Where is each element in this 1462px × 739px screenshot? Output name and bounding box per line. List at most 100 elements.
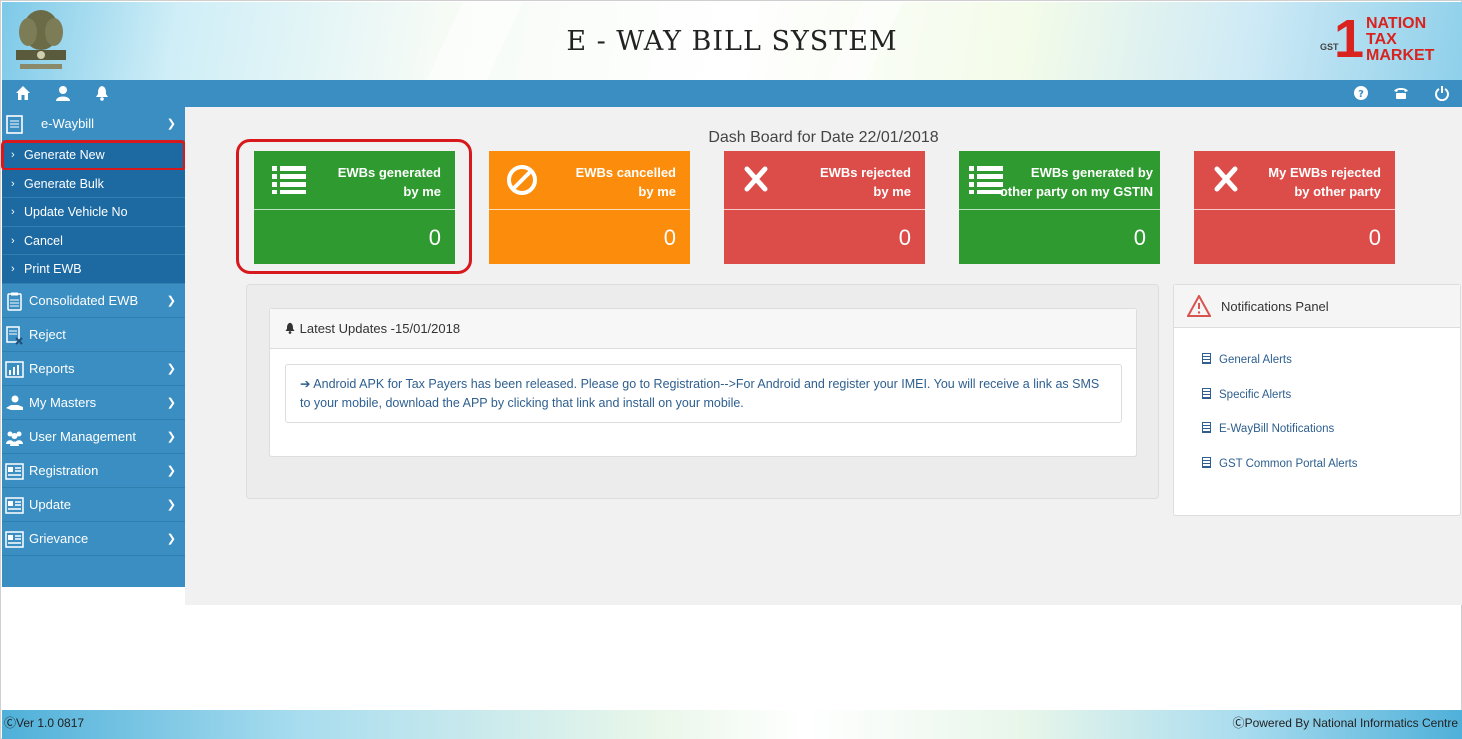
sidebar-item-grievance[interactable]: Grievance ❯ [2, 522, 185, 556]
user-icon[interactable] [54, 85, 72, 103]
footer-bar: ⒸVer 1.0 0817 ⒸPowered By National Infor… [2, 710, 1462, 739]
phone-icon[interactable] [1392, 85, 1410, 103]
chevron-right-icon: › [11, 234, 15, 247]
link-specific-alerts[interactable]: Specific Alerts [1202, 388, 1291, 401]
tile-label: EWBs generated by me [337, 165, 441, 199]
update-message: ➔ Android APK for Tax Payers has been re… [285, 364, 1122, 423]
tile-label: EWBs cancelled by me [575, 165, 676, 199]
sidebar-item-label: My Masters [29, 394, 97, 410]
sidebar-item-user-management[interactable]: User Management ❯ [2, 420, 185, 454]
chevron-right-icon: › [11, 177, 15, 190]
link-e-waybill-notifications[interactable]: E-WayBill Notifications [1202, 422, 1334, 435]
tile-ewbs-generated-by-other-party[interactable]: EWBs generated by other party on my GSTIN… [959, 151, 1160, 264]
app-window: E - WAY BILL SYSTEM 1 GST NATION TAX MAR… [0, 0, 1462, 739]
chevron-down-icon: ❯ [166, 396, 176, 409]
sidebar-subitem-generate-bulk[interactable]: › Generate Bulk [2, 169, 185, 198]
sidebar-item-reject[interactable]: Reject [2, 318, 185, 352]
bell-icon [285, 322, 295, 334]
tile-my-ewbs-rejected-by-other-party[interactable]: My EWBs rejected by other party 0 [1194, 151, 1395, 264]
latest-updates-panel: Latest Updates -15/01/2018 ➔ Android APK… [246, 284, 1159, 499]
svg-text:?: ? [1358, 89, 1364, 100]
sidebar-subitem-label: Update Vehicle No [24, 205, 128, 219]
sidebar-item-e-waybill[interactable]: e-Waybill ❯ [2, 107, 185, 141]
sidebar-item-update[interactable]: Update ❯ [2, 488, 185, 522]
sidebar-item-label: Registration [29, 462, 99, 478]
site-title: E - WAY BILL SYSTEM [566, 26, 898, 57]
sidebar-item-my-masters[interactable]: My Masters ❯ [2, 386, 185, 420]
chevron-down-icon: ❯ [166, 498, 176, 511]
sidebar-item-consolidated-ewb[interactable]: Consolidated EWB ❯ [2, 284, 185, 318]
sidebar-item-label: Reject [29, 326, 66, 342]
hand-icon [6, 395, 23, 410]
nation-tax-market-logo: 1 GST NATION TAX MARKET [1320, 9, 1435, 69]
copyright-icon: Ⓒ [4, 716, 17, 730]
latest-updates-heading: Latest Updates -15/01/2018 [270, 309, 1136, 349]
sidebar-item-label: Update [29, 496, 71, 512]
sidebar-subitem-update-vehicle-no[interactable]: › Update Vehicle No [2, 198, 185, 227]
sidebar-item-label: User Management [29, 428, 136, 444]
users-icon [6, 431, 23, 446]
chevron-down-icon: ❯ [166, 532, 176, 545]
clipboard-icon [7, 292, 22, 311]
chevron-down-icon: ❯ [166, 294, 176, 307]
sidebar-subitem-label: Print EWB [24, 262, 82, 276]
id-card-icon [5, 530, 24, 548]
version-label: ⒸVer 1.0 0817 [4, 716, 85, 730]
tile-count: 0 [1368, 225, 1381, 250]
top-nav-bar: ? [2, 80, 1462, 107]
sidebar-item-label: Grievance [29, 530, 89, 546]
link-gst-common-portal-alerts[interactable]: GST Common Portal Alerts [1202, 457, 1357, 470]
main-content: Dash Board for Date 22/01/2018 EWBs gene… [185, 107, 1462, 605]
chevron-down-icon: ❯ [166, 118, 176, 130]
chevron-right-icon: › [11, 263, 15, 275]
report-icon [5, 360, 24, 378]
sidebar-subitem-print-ewb[interactable]: › Print EWB [2, 255, 185, 284]
sidebar-item-label: Reports [29, 360, 75, 376]
document-icon [1202, 388, 1211, 399]
home-icon[interactable] [14, 85, 32, 103]
sidebar-subitem-label: Generate New [24, 148, 105, 162]
tile-label: EWBs rejected by me [819, 165, 911, 199]
help-icon[interactable]: ? [1352, 85, 1370, 103]
sidebar-item-registration[interactable]: Registration ❯ [2, 454, 185, 488]
document-icon [1202, 422, 1211, 433]
chevron-down-icon: ❯ [166, 430, 176, 443]
power-icon[interactable] [1433, 85, 1451, 103]
sidebar-subitem-cancel[interactable]: › Cancel [2, 226, 185, 255]
tile-count: 0 [428, 225, 441, 250]
tile-label: My EWBs rejected by other party [1268, 165, 1381, 199]
tile-ewbs-cancelled-by-me[interactable]: EWBs cancelled by me 0 [489, 151, 690, 264]
chevron-down-icon: ❯ [166, 464, 176, 477]
tile-count: 0 [1133, 225, 1146, 250]
tile-ewbs-rejected-by-me[interactable]: EWBs rejected by me 0 [724, 151, 925, 264]
tile-count: 0 [663, 225, 676, 250]
id-card-icon [5, 462, 24, 480]
sidebar-item-label: Consolidated EWB [29, 292, 139, 308]
document-icon [1202, 353, 1211, 364]
reject-doc-icon [6, 325, 23, 345]
sidebar-item-reports[interactable]: Reports ❯ [2, 352, 185, 386]
header-banner: E - WAY BILL SYSTEM 1 GST NATION TAX MAR… [2, 2, 1462, 80]
warning-icon [1187, 295, 1211, 317]
sidebar-subitem-label: Cancel [24, 233, 63, 248]
chevron-right-icon: › [11, 206, 15, 218]
sidebar-subitem-label: Generate Bulk [24, 176, 104, 191]
id-card-icon [5, 496, 24, 514]
tile-ewbs-generated-by-me[interactable]: EWBs generated by me 0 [254, 151, 455, 264]
copyright-icon: Ⓒ [1232, 716, 1245, 730]
chevron-right-icon: › [11, 149, 15, 161]
arrow-right-icon: ➔ [300, 377, 311, 391]
tile-count: 0 [898, 225, 911, 250]
document-icon [6, 115, 23, 134]
sidebar: e-Waybill ❯ › Generate New › Generate Bu… [1, 107, 186, 587]
bell-icon[interactable] [93, 85, 111, 103]
sidebar-subitem-generate-new[interactable]: › Generate New [1, 140, 186, 171]
tile-label: EWBs generated by other party on my GSTIN [999, 165, 1153, 199]
notifications-heading: Notifications Panel [1174, 285, 1460, 328]
sidebar-item-label: e-Waybill [41, 116, 94, 131]
document-icon [1202, 457, 1211, 468]
link-general-alerts[interactable]: General Alerts [1202, 353, 1292, 366]
notifications-panel: Notifications Panel General Alerts Speci… [1173, 284, 1461, 516]
powered-by-label: ⒸPowered By National Informatics Centre [1232, 716, 1458, 730]
chevron-down-icon: ❯ [166, 362, 176, 375]
